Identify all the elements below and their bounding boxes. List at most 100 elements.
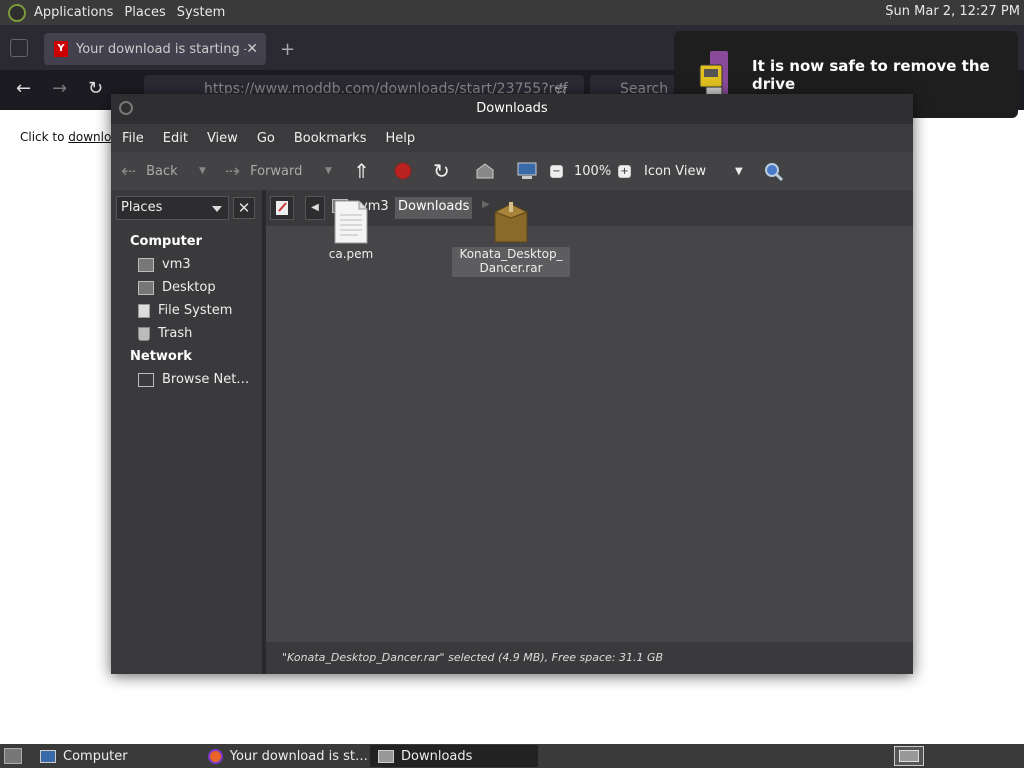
folder-icon <box>378 749 394 763</box>
desktop-folder-icon <box>138 280 154 295</box>
network-icon <box>138 372 154 387</box>
sidebar-item-label: Browse Net… <box>162 372 250 387</box>
up-arrow-icon[interactable]: ⇑ <box>353 152 370 190</box>
computer-icon <box>40 749 56 763</box>
sidebar-item-vm3[interactable]: vm3 <box>111 253 262 276</box>
zoom-in-button[interactable]: + <box>618 152 631 190</box>
browser-back-icon[interactable]: ← <box>16 78 31 99</box>
sidebar-header-network: Network <box>130 349 192 364</box>
file-manager-window: Downloads File Edit View Go Bookmarks He… <box>111 94 913 674</box>
file-name-selected: Konata_Desktop_ Dancer.rar <box>452 247 570 277</box>
menubar: File Edit View Go Bookmarks Help <box>111 124 913 152</box>
distro-logo-icon[interactable] <box>8 3 26 22</box>
browser-forward-icon[interactable]: → <box>52 78 67 99</box>
browser-tab-title: Your download is starting - M <box>76 41 246 57</box>
back-arrow-icon: ⇠ <box>121 160 137 182</box>
window-title: Downloads <box>476 101 548 116</box>
toolbar: ⇠ Back ▼ ⇢ Forward ▼ ⇑ ↻ − 100% + Icon V… <box>111 152 913 190</box>
page-text-prefix: Click to <box>20 130 69 144</box>
menu-applications[interactable]: Applications <box>32 5 122 20</box>
stop-icon[interactable] <box>394 162 412 180</box>
window-titlebar[interactable]: Downloads <box>111 94 913 124</box>
workspace-window-icon <box>899 750 919 762</box>
menu-bookmarks[interactable]: Bookmarks <box>294 131 367 146</box>
top-panel: Applications Places System Sun Mar 2, 12… <box>0 0 1024 25</box>
sidebar-item-label: Desktop <box>162 280 216 295</box>
taskbar-item-computer[interactable]: Computer <box>32 745 200 767</box>
taskbar-label: Your download is st… <box>229 748 368 764</box>
sidebar-header: Places ✕ <box>111 190 262 226</box>
new-tab-icon[interactable]: + <box>280 39 295 60</box>
forward-history-dropdown-icon[interactable]: ▼ <box>325 152 332 190</box>
toggle-location-button[interactable] <box>270 196 294 220</box>
menu-edit[interactable]: Edit <box>163 131 188 146</box>
file-name: ca.pem <box>328 247 374 261</box>
usb-drive-icon <box>699 51 728 98</box>
file-view[interactable]: ◀ vm3 Downloads ▶ ca.pem Konata_Desktop_… <box>266 190 913 674</box>
menu-go[interactable]: Go <box>257 131 275 146</box>
file-item-konata-rar[interactable]: Konata_Desktop_ Dancer.rar <box>452 200 570 277</box>
chevron-down-icon <box>212 206 222 212</box>
status-bar: "Konata_Desktop_Dancer.rar" selected (4.… <box>266 642 913 674</box>
file-name-line1: Konata_Desktop_ <box>459 247 563 261</box>
forward-label: Forward <box>250 163 303 179</box>
search-icon[interactable] <box>763 161 785 181</box>
zoom-level[interactable]: 100% <box>574 152 611 190</box>
bottom-panel: Computer Your download is st… Downloads <box>0 744 1024 768</box>
back-label: Back <box>146 163 178 179</box>
file-name-line2: Dancer.rar <box>479 261 543 275</box>
sidebar-item-label: Trash <box>158 326 193 341</box>
file-manager-body: Places ✕ Computer vm3 Desktop File Syste… <box>111 190 913 674</box>
forward-arrow-icon: ⇢ <box>225 160 241 182</box>
close-tab-icon[interactable]: ✕ <box>246 41 258 57</box>
menu-file[interactable]: File <box>122 131 144 146</box>
tab-overview-icon[interactable] <box>10 39 28 57</box>
menu-help[interactable]: Help <box>385 131 415 146</box>
menu-places[interactable]: Places <box>122 5 174 20</box>
window-menu-icon[interactable] <box>119 101 133 115</box>
menu-system[interactable]: System <box>175 5 234 20</box>
computer-icon[interactable] <box>516 161 538 181</box>
zoom-in-icon: + <box>618 164 631 178</box>
notification-text: It is now safe to remove the drive <box>752 57 990 93</box>
places-selector-label: Places <box>121 200 163 215</box>
text-file-icon <box>334 200 368 244</box>
sidebar-item-label: vm3 <box>162 257 191 272</box>
zoom-out-button[interactable]: − <box>550 152 563 190</box>
sidebar-header-computer: Computer <box>130 234 203 249</box>
taskbar-item-firefox[interactable]: Your download is st… <box>200 745 368 767</box>
clock[interactable]: Sun Mar 2, 12:27 PM <box>885 4 1020 19</box>
zoom-out-icon: − <box>550 164 563 178</box>
firefox-icon <box>208 748 223 764</box>
sidebar: Places ✕ Computer vm3 Desktop File Syste… <box>111 190 262 674</box>
forward-button[interactable]: ⇢ Forward <box>225 152 302 190</box>
moddb-favicon-icon: Y <box>54 41 68 57</box>
archive-file-icon <box>493 202 529 243</box>
view-mode-select[interactable]: Icon View <box>644 152 706 190</box>
workspace-switcher[interactable] <box>894 746 924 766</box>
back-history-dropdown-icon[interactable]: ▼ <box>199 152 206 190</box>
sidebar-item-trash[interactable]: Trash <box>111 322 262 345</box>
home-icon[interactable] <box>475 162 495 180</box>
home-folder-icon <box>138 257 154 272</box>
browser-tab[interactable]: Y Your download is starting - M ✕ <box>44 33 266 65</box>
places-selector[interactable]: Places <box>116 196 229 220</box>
edit-location-icon <box>276 201 288 215</box>
file-item-ca-pem[interactable]: ca.pem <box>318 200 384 261</box>
browser-reload-icon[interactable]: ↻ <box>88 78 103 99</box>
sidebar-item-browse-network[interactable]: Browse Net… <box>111 368 262 391</box>
menu-view[interactable]: View <box>207 131 238 146</box>
drive-icon <box>138 303 150 318</box>
sidebar-item-file-system[interactable]: File System <box>111 299 262 322</box>
taskbar-label: Downloads <box>401 748 473 764</box>
show-desktop-icon[interactable] <box>4 748 22 764</box>
sidebar-item-label: File System <box>158 303 233 318</box>
view-mode-dropdown-icon[interactable]: ▼ <box>735 152 743 190</box>
taskbar-label: Computer <box>63 748 128 764</box>
close-sidebar-icon[interactable]: ✕ <box>233 197 255 219</box>
back-button[interactable]: ⇠ Back <box>121 152 178 190</box>
reload-icon[interactable]: ↻ <box>433 152 450 190</box>
sidebar-item-desktop[interactable]: Desktop <box>111 276 262 299</box>
trash-icon <box>138 326 150 341</box>
taskbar-item-downloads[interactable]: Downloads <box>370 745 538 767</box>
